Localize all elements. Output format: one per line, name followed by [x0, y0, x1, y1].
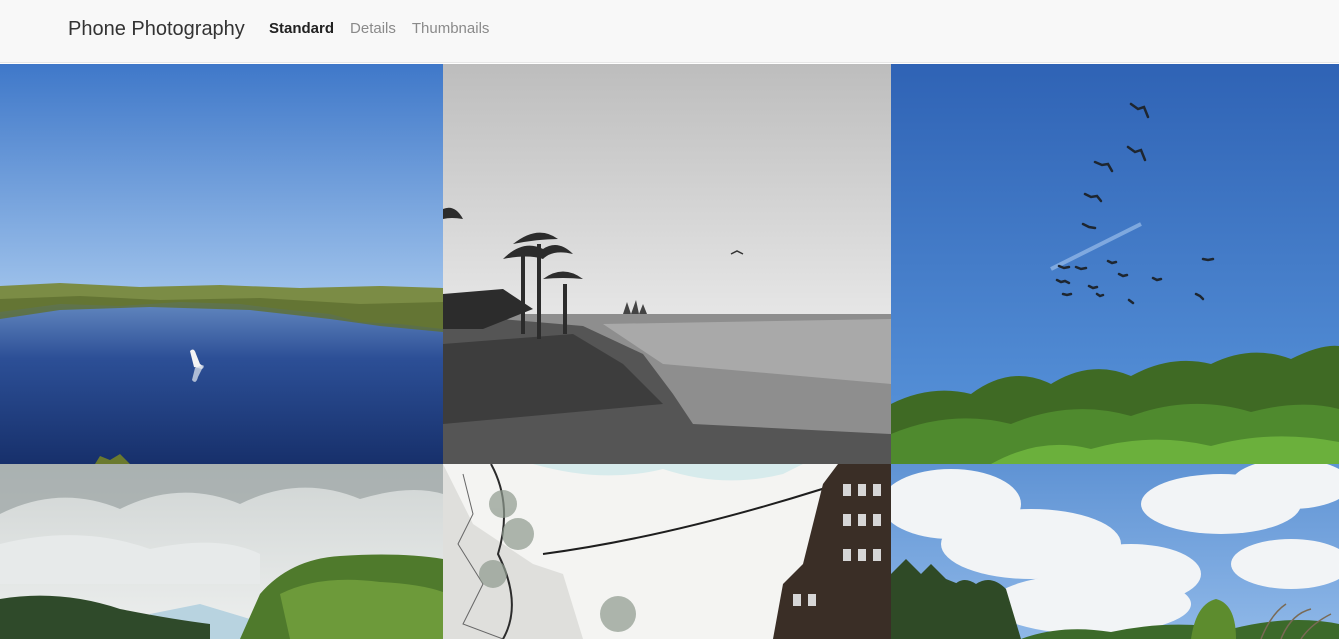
green-hills-photo[interactable]: [0, 464, 443, 639]
navbar: Phone Photography Standard Details Thumb…: [0, 0, 1339, 63]
nav-thumbnails[interactable]: Thumbnails: [412, 19, 490, 39]
photo-grid: [0, 64, 1339, 639]
palm-shore-bw-photo[interactable]: [443, 64, 891, 464]
brand-link[interactable]: Phone Photography: [68, 16, 245, 42]
birds-sky-photo[interactable]: [891, 64, 1339, 464]
nav-details[interactable]: Details: [350, 19, 396, 39]
street-sketch-photo[interactable]: [443, 464, 891, 639]
trees-clouds-photo[interactable]: [891, 464, 1339, 639]
nav-links: Standard Details Thumbnails: [269, 19, 489, 39]
egret-lake-photo[interactable]: [0, 64, 443, 464]
nav-standard[interactable]: Standard: [269, 19, 334, 39]
